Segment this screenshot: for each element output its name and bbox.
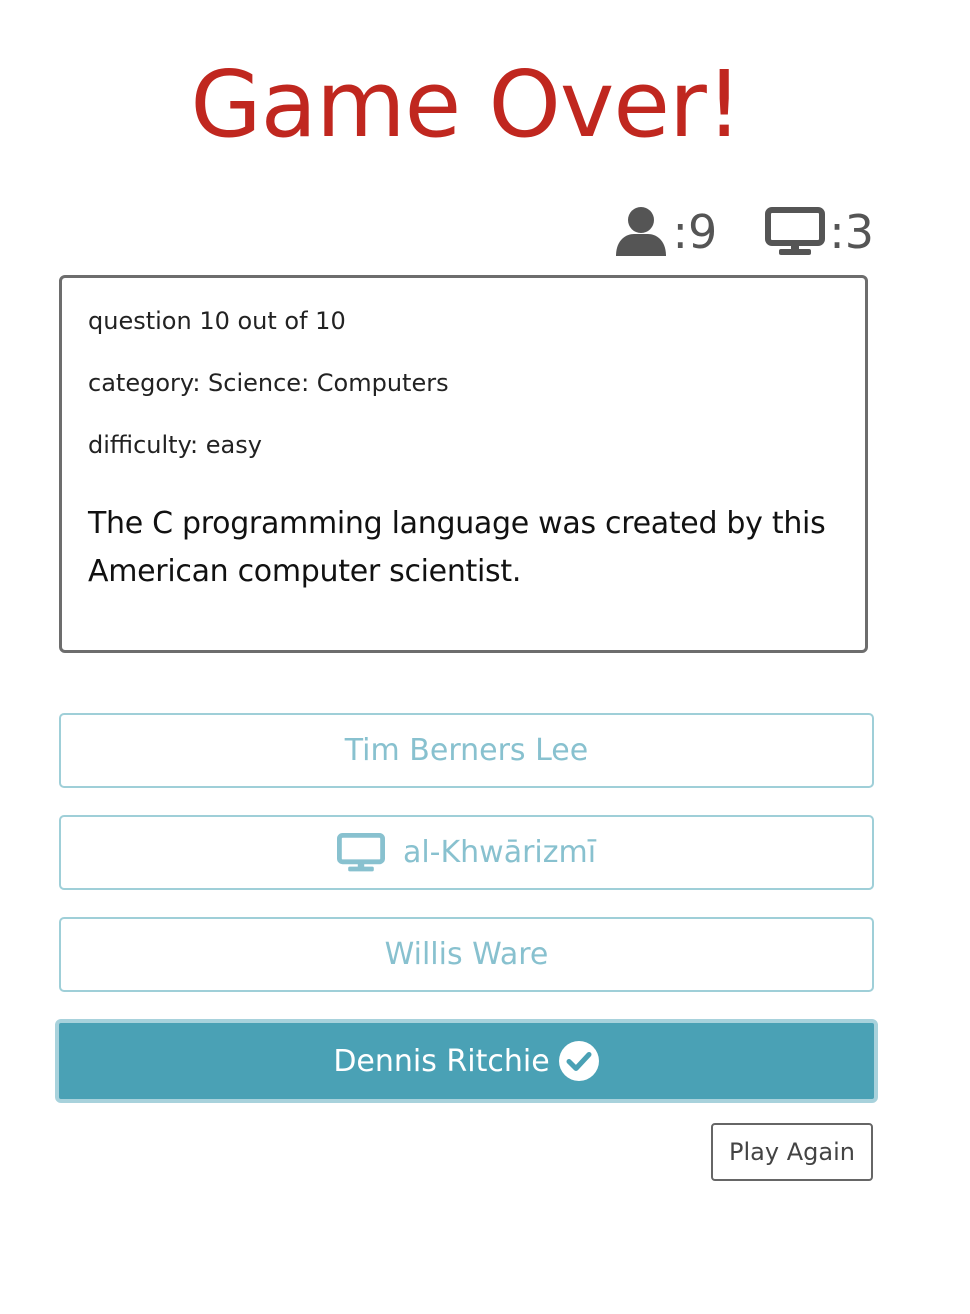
play-again-button[interactable]: Play Again [711, 1123, 873, 1181]
computer-score: :3 [765, 200, 874, 264]
monitor-icon [765, 207, 826, 257]
answer-option-4[interactable]: Dennis Ritchie [55, 1019, 878, 1103]
game-over-title: Game Over! [190, 51, 742, 158]
answer-label: Tim Berners Lee [344, 733, 589, 768]
answer-list: Tim Berners Lee al-Khwārizmī Willis Ware… [55, 713, 878, 1130]
user-icon [614, 206, 668, 258]
check-circle-icon [558, 1040, 600, 1082]
question-difficulty: difficulty: easy [88, 431, 262, 459]
answer-option-3[interactable]: Willis Ware [59, 917, 874, 992]
player-score: :9 [614, 200, 717, 264]
computer-score-value: :3 [829, 205, 874, 259]
question-card: question 10 out of 10 category: Science:… [59, 275, 868, 653]
scoreboard: :9 :3 [614, 200, 874, 264]
question-category: category: Science: Computers [88, 369, 449, 397]
monitor-icon [336, 832, 385, 874]
answer-label: Dennis Ritchie [333, 1043, 550, 1079]
answer-option-1[interactable]: Tim Berners Lee [59, 713, 874, 788]
question-progress: question 10 out of 10 [88, 307, 346, 335]
answer-label: Willis Ware [384, 937, 549, 972]
question-text: The C programming language was created b… [88, 506, 826, 589]
answer-option-2[interactable]: al-Khwārizmī [59, 815, 874, 890]
answer-label: al-Khwārizmī [402, 835, 597, 870]
player-score-value: :9 [672, 205, 718, 259]
